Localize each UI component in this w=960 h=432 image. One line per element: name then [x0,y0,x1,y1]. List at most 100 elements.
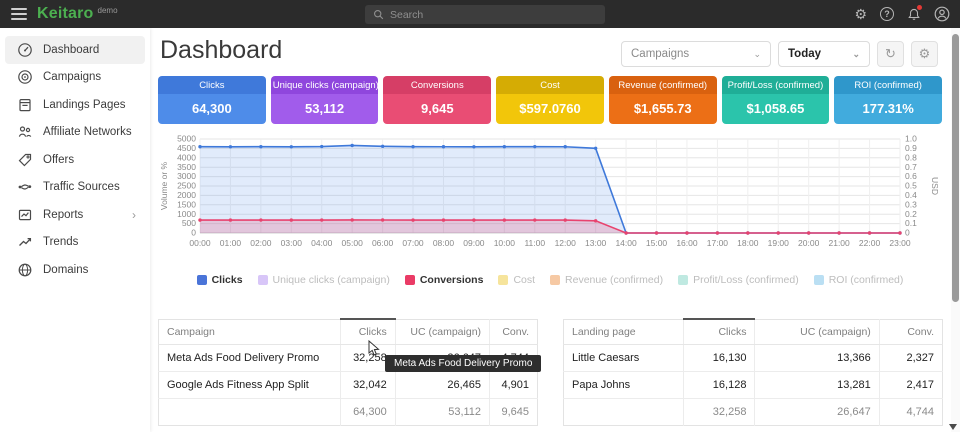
svg-text:10:00: 10:00 [494,238,516,248]
legend-item[interactable]: Conversions [405,274,484,286]
settings-icon[interactable]: ⚙ [854,7,867,21]
column-header-campaign[interactable]: Campaign [159,319,341,345]
menu-icon[interactable] [11,5,27,23]
svg-text:02:00: 02:00 [250,238,272,248]
sidebar-item-reports[interactable]: Reports › [5,201,145,229]
target-icon [17,69,33,85]
legend-label: Unique clicks (campaign) [273,274,390,286]
sidebar-item-domains[interactable]: Domains [5,256,145,284]
sidebar: Dashboard Campaigns Landings Pages Affil… [0,28,150,432]
metric-card-revenue[interactable]: Revenue (confirmed)$1,655.73 [609,76,717,124]
clicks-value: 16,128 [683,372,755,399]
brand-logo[interactable]: Keitaro [37,5,94,23]
column-header-landing-page[interactable]: Landing page [564,319,684,345]
metric-card-clicks[interactable]: Clicks64,300 [158,76,266,124]
svg-text:07:00: 07:00 [402,238,424,248]
page-scrollbar[interactable] [951,28,960,432]
sidebar-item-affiliate-networks[interactable]: Affiliate Networks [5,119,145,147]
metric-card-cost[interactable]: Cost$597.0760 [496,76,604,124]
campaign-name[interactable]: Google Ads Fitness App Split [159,372,341,399]
legend-swatch-icon [197,275,207,285]
sidebar-item-campaigns[interactable]: Campaigns [5,64,145,92]
svg-text:0.8: 0.8 [905,152,917,162]
svg-text:05:00: 05:00 [342,238,364,248]
table-row[interactable]: Google Ads Fitness App Split 32,042 26,4… [159,372,538,399]
metric-cards: Clicks64,300 Unique clicks (campaign)53,… [158,76,942,124]
help-icon[interactable]: ? [880,7,894,21]
topbar-actions: ⚙ ? [854,0,950,28]
column-header-clicks[interactable]: Clicks [683,319,755,345]
top-bar: Keitaro demo ⚙ ? [0,0,960,28]
page-title: Dashboard [160,36,282,65]
column-header-conv[interactable]: Conv. [879,319,942,345]
trend-icon [17,234,33,250]
sidebar-item-offers[interactable]: Offers [5,146,145,174]
landing-name[interactable]: Papa Johns [564,372,684,399]
sidebar-item-trends[interactable]: Trends [5,229,145,257]
column-header-uc[interactable]: UC (campaign) [755,319,879,345]
scroll-down-arrow-icon[interactable] [949,424,957,430]
pages-icon [17,97,33,113]
scrollbar-thumb[interactable] [952,34,959,302]
table-total-row: 32,258 26,647 4,744 [564,399,943,426]
notifications-bell-icon[interactable] [907,7,921,22]
table-row[interactable]: Papa Johns 16,128 13,281 2,417 [564,372,943,399]
column-header-conv[interactable]: Conv. [490,319,538,345]
report-icon [17,207,33,223]
svg-text:15:00: 15:00 [646,238,668,248]
svg-text:0.1: 0.1 [905,218,917,228]
campaign-name[interactable]: Meta Ads Food Delivery Promo [159,345,341,372]
legend-item[interactable]: Unique clicks (campaign) [258,274,390,286]
svg-text:11:00: 11:00 [524,238,545,248]
chart-canvas[interactable]: 0500100015002000250030003500400045005000… [158,133,942,263]
legend-item[interactable]: ROI (confirmed) [814,274,904,286]
legend-item[interactable]: Profit/Loss (confirmed) [678,274,799,286]
sidebar-item-label: Trends [43,236,78,248]
legend-item[interactable]: Clicks [197,274,243,286]
metric-card-unique-clicks[interactable]: Unique clicks (campaign)53,112 [271,76,379,124]
legend-swatch-icon [678,275,688,285]
legend-label: Profit/Loss (confirmed) [693,274,799,286]
legend-item[interactable]: Cost [498,274,535,286]
landing-pages-table: Landing page Clicks UC (campaign) Conv. … [563,318,943,426]
clicks-value: 32,042 [341,372,396,399]
column-header-uc[interactable]: UC (campaign) [395,319,489,345]
chevron-down-icon: ⌄ [753,49,761,60]
legend-swatch-icon [550,275,560,285]
metric-card-conversions[interactable]: Conversions9,645 [383,76,491,124]
sidebar-item-label: Reports [43,209,83,221]
svg-text:04:00: 04:00 [311,238,333,248]
table-total-row: 64,300 53,112 9,645 [159,399,538,426]
dashboard-settings-button[interactable]: ⚙ [911,41,938,67]
table-row[interactable]: Little Caesars 16,130 13,366 2,327 [564,345,943,372]
landing-name[interactable]: Little Caesars [564,345,684,372]
svg-text:4000: 4000 [177,152,196,162]
search-box[interactable] [365,5,605,24]
sidebar-item-traffic-sources[interactable]: Traffic Sources [5,174,145,202]
search-input[interactable] [390,9,590,21]
legend-item[interactable]: Revenue (confirmed) [550,274,663,286]
traffic-chart[interactable]: 0500100015002000250030003500400045005000… [158,133,942,263]
uc-value: 13,281 [755,372,879,399]
campaigns-table: Campaign Clicks UC (campaign) Conv. Meta… [158,318,538,426]
svg-text:17:00: 17:00 [707,238,729,248]
sidebar-item-landings-pages[interactable]: Landings Pages [5,91,145,119]
date-range-select[interactable]: Today ⌄ [778,41,870,67]
metric-card-profit-loss[interactable]: Profit/Loss (confirmed)$1,058.65 [722,76,830,124]
sidebar-item-dashboard[interactable]: Dashboard [5,36,145,64]
legend-label: Clicks [212,274,243,286]
svg-text:06:00: 06:00 [372,238,394,248]
svg-text:0.4: 0.4 [905,190,917,200]
sidebar-item-label: Domains [43,264,88,276]
legend-label: Cost [513,274,535,286]
user-avatar[interactable] [934,6,950,22]
refresh-button[interactable]: ↻ [877,41,904,67]
metric-card-roi[interactable]: ROI (confirmed)177.31% [834,76,942,124]
svg-text:0.2: 0.2 [905,209,917,219]
legend-swatch-icon [258,275,268,285]
svg-text:0.5: 0.5 [905,181,917,191]
svg-text:2500: 2500 [177,181,196,191]
campaigns-filter-select[interactable]: Campaigns ⌄ [621,41,771,67]
svg-text:Volume or %: Volume or % [159,161,169,210]
svg-text:01:00: 01:00 [220,238,242,248]
